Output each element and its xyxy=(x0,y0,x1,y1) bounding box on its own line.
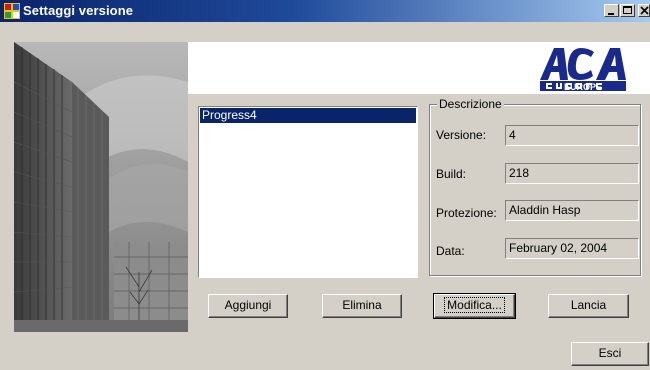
modify-button[interactable]: Modifica... xyxy=(433,293,516,319)
exit-button[interactable]: Esci xyxy=(571,342,649,366)
minimize-icon xyxy=(608,13,614,15)
title-bar: Settaggi versione xyxy=(0,0,650,22)
versions-listbox[interactable]: Progress4 xyxy=(198,106,418,278)
add-button[interactable]: Aggiungi xyxy=(208,294,288,318)
window-title: Settaggi versione xyxy=(23,3,134,18)
launch-button[interactable]: Lancia xyxy=(548,294,629,318)
launch-button-label: Lancia xyxy=(570,298,607,312)
exit-button-label: Esci xyxy=(598,346,622,360)
maximize-button[interactable] xyxy=(620,4,635,17)
maximize-icon xyxy=(623,6,632,14)
description-group-label: Descrizione xyxy=(437,97,504,111)
aca-europe-logo: EUROPE xyxy=(538,44,628,92)
date-field: February 02, 2004 xyxy=(505,238,639,259)
date-label: Data: xyxy=(436,244,465,258)
app-icon xyxy=(4,3,20,19)
banner-image xyxy=(14,42,188,332)
build-label: Build: xyxy=(436,167,467,181)
close-icon xyxy=(640,6,649,15)
add-button-label: Aggiungi xyxy=(224,298,272,312)
build-field: 218 xyxy=(505,163,639,184)
modify-button-label: Modifica... xyxy=(444,297,505,313)
protection-label: Protezione: xyxy=(436,206,497,220)
logo-subtext: EUROPE xyxy=(564,82,602,92)
delete-button[interactable]: Elimina xyxy=(322,294,402,318)
protection-field: Aladdin Hasp xyxy=(505,200,639,221)
version-label: Versione: xyxy=(436,128,487,142)
delete-button-label: Elimina xyxy=(342,298,382,312)
minimize-button[interactable] xyxy=(604,4,619,17)
list-item-selected[interactable]: Progress4 xyxy=(200,108,416,123)
close-button[interactable] xyxy=(638,4,650,17)
version-field: 4 xyxy=(505,125,639,146)
